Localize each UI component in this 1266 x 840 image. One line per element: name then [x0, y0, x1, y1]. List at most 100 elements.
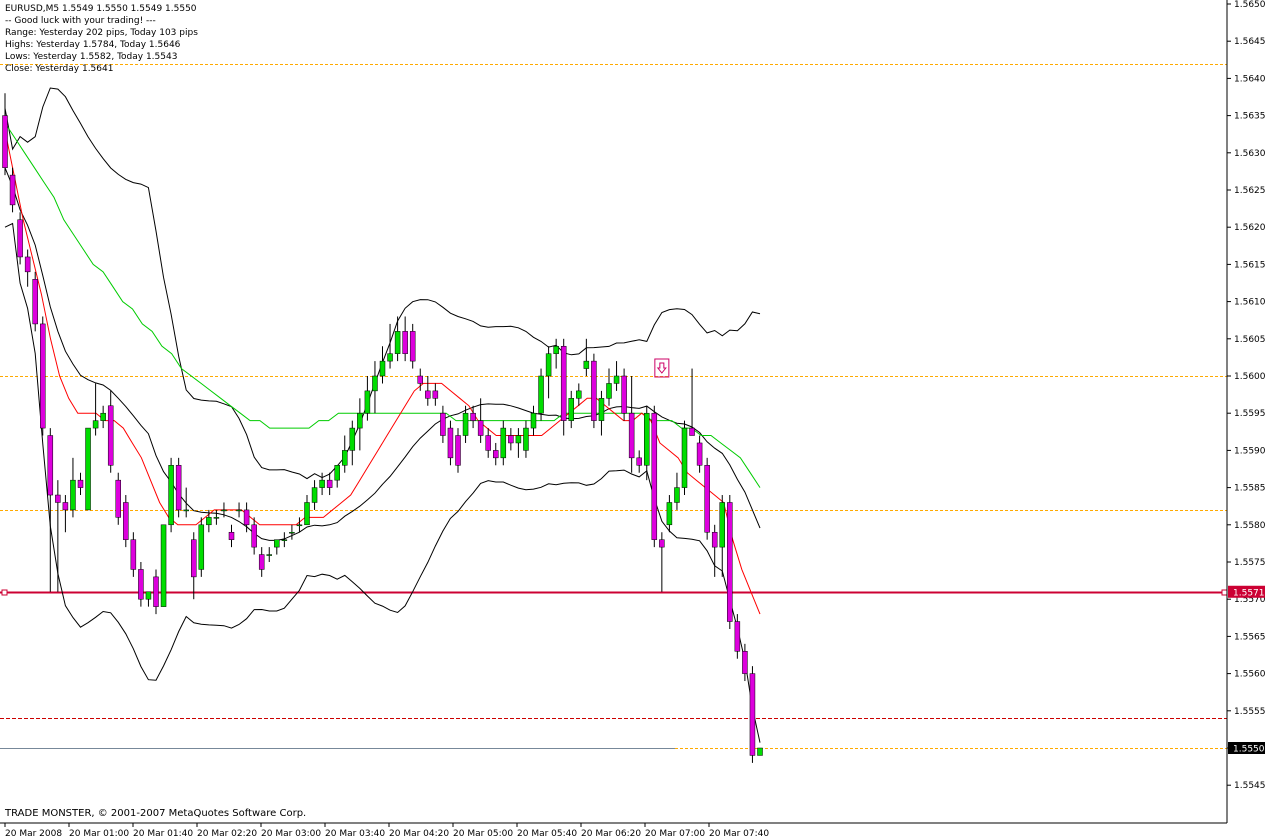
price-chart[interactable]: 1.5650 1.5645 1.5640 1.5635 1.5630 1.5625 1.56…	[0, 0, 1266, 840]
price-axis	[0, 0, 1228, 824]
candle-body	[130, 539, 137, 570]
candle-body	[508, 435, 514, 444]
candle	[402, 316, 408, 362]
y-tick-label: 1.5600	[1234, 372, 1266, 382]
candle	[130, 532, 137, 577]
candle-body	[311, 487, 318, 503]
candle	[749, 666, 756, 763]
candle	[274, 539, 280, 555]
chart-window[interactable]: 1.5650 1.5645 1.5640 1.5635 1.5630 1.5625 1.56…	[0, 0, 1266, 840]
y-tick-label: 1.5585	[1234, 484, 1266, 494]
candle	[115, 472, 121, 525]
candle	[92, 383, 99, 436]
price-label-text: 1.5571	[1233, 588, 1265, 598]
x-tick-label: 20 Mar 03:40	[325, 829, 385, 839]
candle	[583, 338, 590, 376]
y-tick-label: 1.5580	[1234, 521, 1266, 531]
x-tick-label: 20 Mar 01:00	[69, 829, 129, 839]
symbol-line: EURUSD,M5 1.5549 1.5550 1.5549 1.5550	[5, 4, 197, 14]
candle-body	[651, 412, 658, 540]
candle	[455, 428, 461, 473]
candle-body	[168, 465, 174, 526]
candle-body	[591, 360, 597, 421]
candle	[107, 390, 114, 473]
candle-body	[2, 115, 8, 168]
candle-body	[251, 524, 257, 548]
candle-body	[62, 502, 69, 511]
x-tick-label: 20 Mar 02:20	[197, 829, 257, 839]
candle-body	[183, 509, 189, 512]
candle	[568, 390, 574, 429]
candle-body	[500, 427, 507, 459]
candle	[342, 435, 348, 473]
candle	[538, 368, 544, 421]
candle	[742, 643, 748, 682]
candle	[409, 323, 416, 369]
candle	[447, 420, 454, 466]
x-tick-label: 20 Mar 04:20	[389, 829, 449, 839]
candle-body	[689, 427, 695, 436]
y-tick-label: 1.5555	[1234, 707, 1266, 717]
candle-body	[613, 375, 620, 384]
candle	[198, 517, 205, 577]
candle-body	[326, 479, 333, 488]
candle	[674, 472, 680, 510]
candle-body	[281, 539, 288, 541]
candle	[689, 368, 695, 436]
level-handle	[1221, 589, 1228, 596]
candles	[2, 93, 763, 763]
y-tick-label: 1.5625	[1234, 186, 1266, 196]
candle-body	[221, 509, 227, 512]
candle	[553, 338, 559, 369]
candle	[77, 472, 84, 496]
candle	[523, 420, 529, 458]
x-tick-label: 20 Mar 06:20	[581, 829, 641, 839]
candle-body	[636, 457, 642, 466]
candle-body	[191, 539, 197, 578]
candle	[560, 338, 567, 436]
candle	[326, 472, 333, 496]
candle-body	[493, 450, 499, 459]
y-tick-label: 1.5565	[1234, 632, 1266, 642]
candle-body	[70, 479, 76, 511]
candle-body	[92, 420, 99, 429]
candle	[425, 376, 431, 406]
candle	[145, 591, 152, 607]
candle	[666, 495, 673, 533]
candle	[160, 524, 167, 607]
info-line: Close: Yesterday 1.5641	[5, 64, 114, 74]
candle-body	[289, 531, 295, 534]
info-line: Highs: Yesterday 1.5784, Today 1.5646	[5, 40, 181, 50]
candle	[379, 346, 386, 384]
candle-body	[85, 427, 91, 511]
candle	[228, 524, 235, 548]
candle-body	[17, 219, 23, 258]
candle-body	[228, 531, 235, 540]
y-tick-label: 1.5590	[1234, 446, 1266, 456]
candle-body	[379, 360, 386, 377]
candle	[493, 442, 499, 466]
candle	[606, 368, 612, 406]
info-line: Lows: Yesterday 1.5582, Today 1.5543	[5, 52, 178, 62]
candle-body	[394, 331, 401, 354]
candle-body	[32, 279, 38, 325]
candle	[2, 93, 8, 176]
candle	[681, 420, 688, 496]
candle	[591, 353, 597, 429]
y-tick-label: 1.5575	[1234, 558, 1266, 568]
y-tick-label: 1.5640	[1234, 74, 1266, 84]
candle-body	[711, 531, 718, 548]
candle-body	[485, 435, 491, 451]
candle-body	[47, 435, 54, 496]
candle-body	[417, 375, 423, 384]
candle	[394, 316, 401, 362]
candle-body	[160, 524, 167, 607]
candle-body	[349, 427, 356, 451]
candle-body	[462, 412, 469, 436]
x-tick-label: 20 Mar 01:40	[133, 829, 193, 839]
candle-body	[115, 479, 121, 518]
candle	[281, 532, 288, 548]
candle-body	[749, 673, 756, 756]
candle-body	[523, 427, 529, 451]
candle-body	[560, 345, 567, 421]
